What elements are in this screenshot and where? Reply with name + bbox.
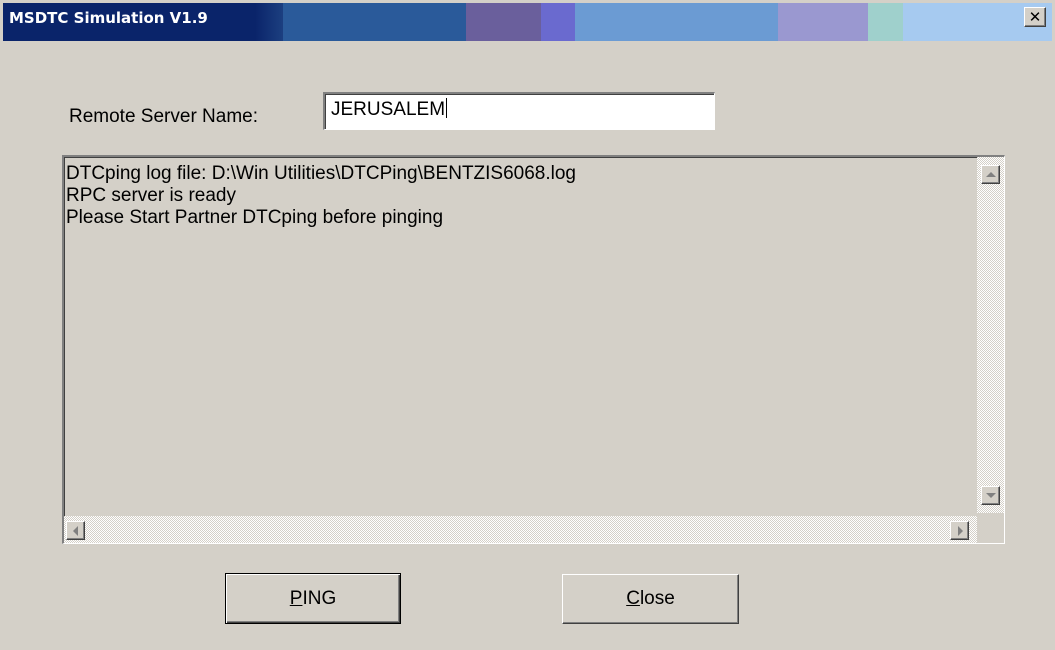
close-window-button[interactable]: ✕ xyxy=(1024,7,1046,27)
log-line: DTCping log file: D:\Win Utilities\DTCPi… xyxy=(66,163,577,184)
window-title: MSDTC Simulation V1.9 xyxy=(9,9,208,27)
scroll-up-arrow-icon xyxy=(986,172,996,177)
text-caret xyxy=(446,98,448,118)
scroll-right-arrow-icon xyxy=(958,526,963,536)
log-line: RPC server is ready xyxy=(66,185,236,206)
ping-button[interactable]: PING xyxy=(225,573,401,624)
log-text: DTCping log file: D:\Win Utilities\DTCPi… xyxy=(66,163,974,229)
scrollbar-corner xyxy=(977,516,1004,543)
close-button-label: Close xyxy=(626,588,675,609)
close-button[interactable]: Close xyxy=(562,574,739,624)
log-output-box[interactable]: DTCping log file: D:\Win Utilities\DTCPi… xyxy=(62,155,1005,544)
remote-server-name-label: Remote Server Name: xyxy=(69,106,259,127)
remote-server-name-input[interactable]: JERUSALEM xyxy=(323,92,715,130)
scroll-down-button[interactable] xyxy=(981,486,1000,505)
scroll-right-button[interactable] xyxy=(950,521,969,540)
scroll-left-button[interactable] xyxy=(66,521,85,540)
close-icon: ✕ xyxy=(1028,7,1042,26)
title-bar[interactable]: MSDTC Simulation V1.9 ✕ xyxy=(3,3,1052,41)
msdtc-dialog-window: MSDTC Simulation V1.9 ✕ Remote Server Na… xyxy=(0,0,1055,650)
ping-button-label: PING xyxy=(289,587,337,609)
scroll-left-arrow-icon xyxy=(73,526,78,536)
horizontal-scrollbar[interactable] xyxy=(64,516,977,543)
scroll-down-arrow-icon xyxy=(986,493,996,498)
vertical-scrollbar[interactable] xyxy=(977,157,1004,513)
log-line: Please Start Partner DTCping before ping… xyxy=(66,207,444,228)
remote-server-name-value: JERUSALEM xyxy=(331,99,446,120)
scroll-up-button[interactable] xyxy=(981,165,1000,184)
